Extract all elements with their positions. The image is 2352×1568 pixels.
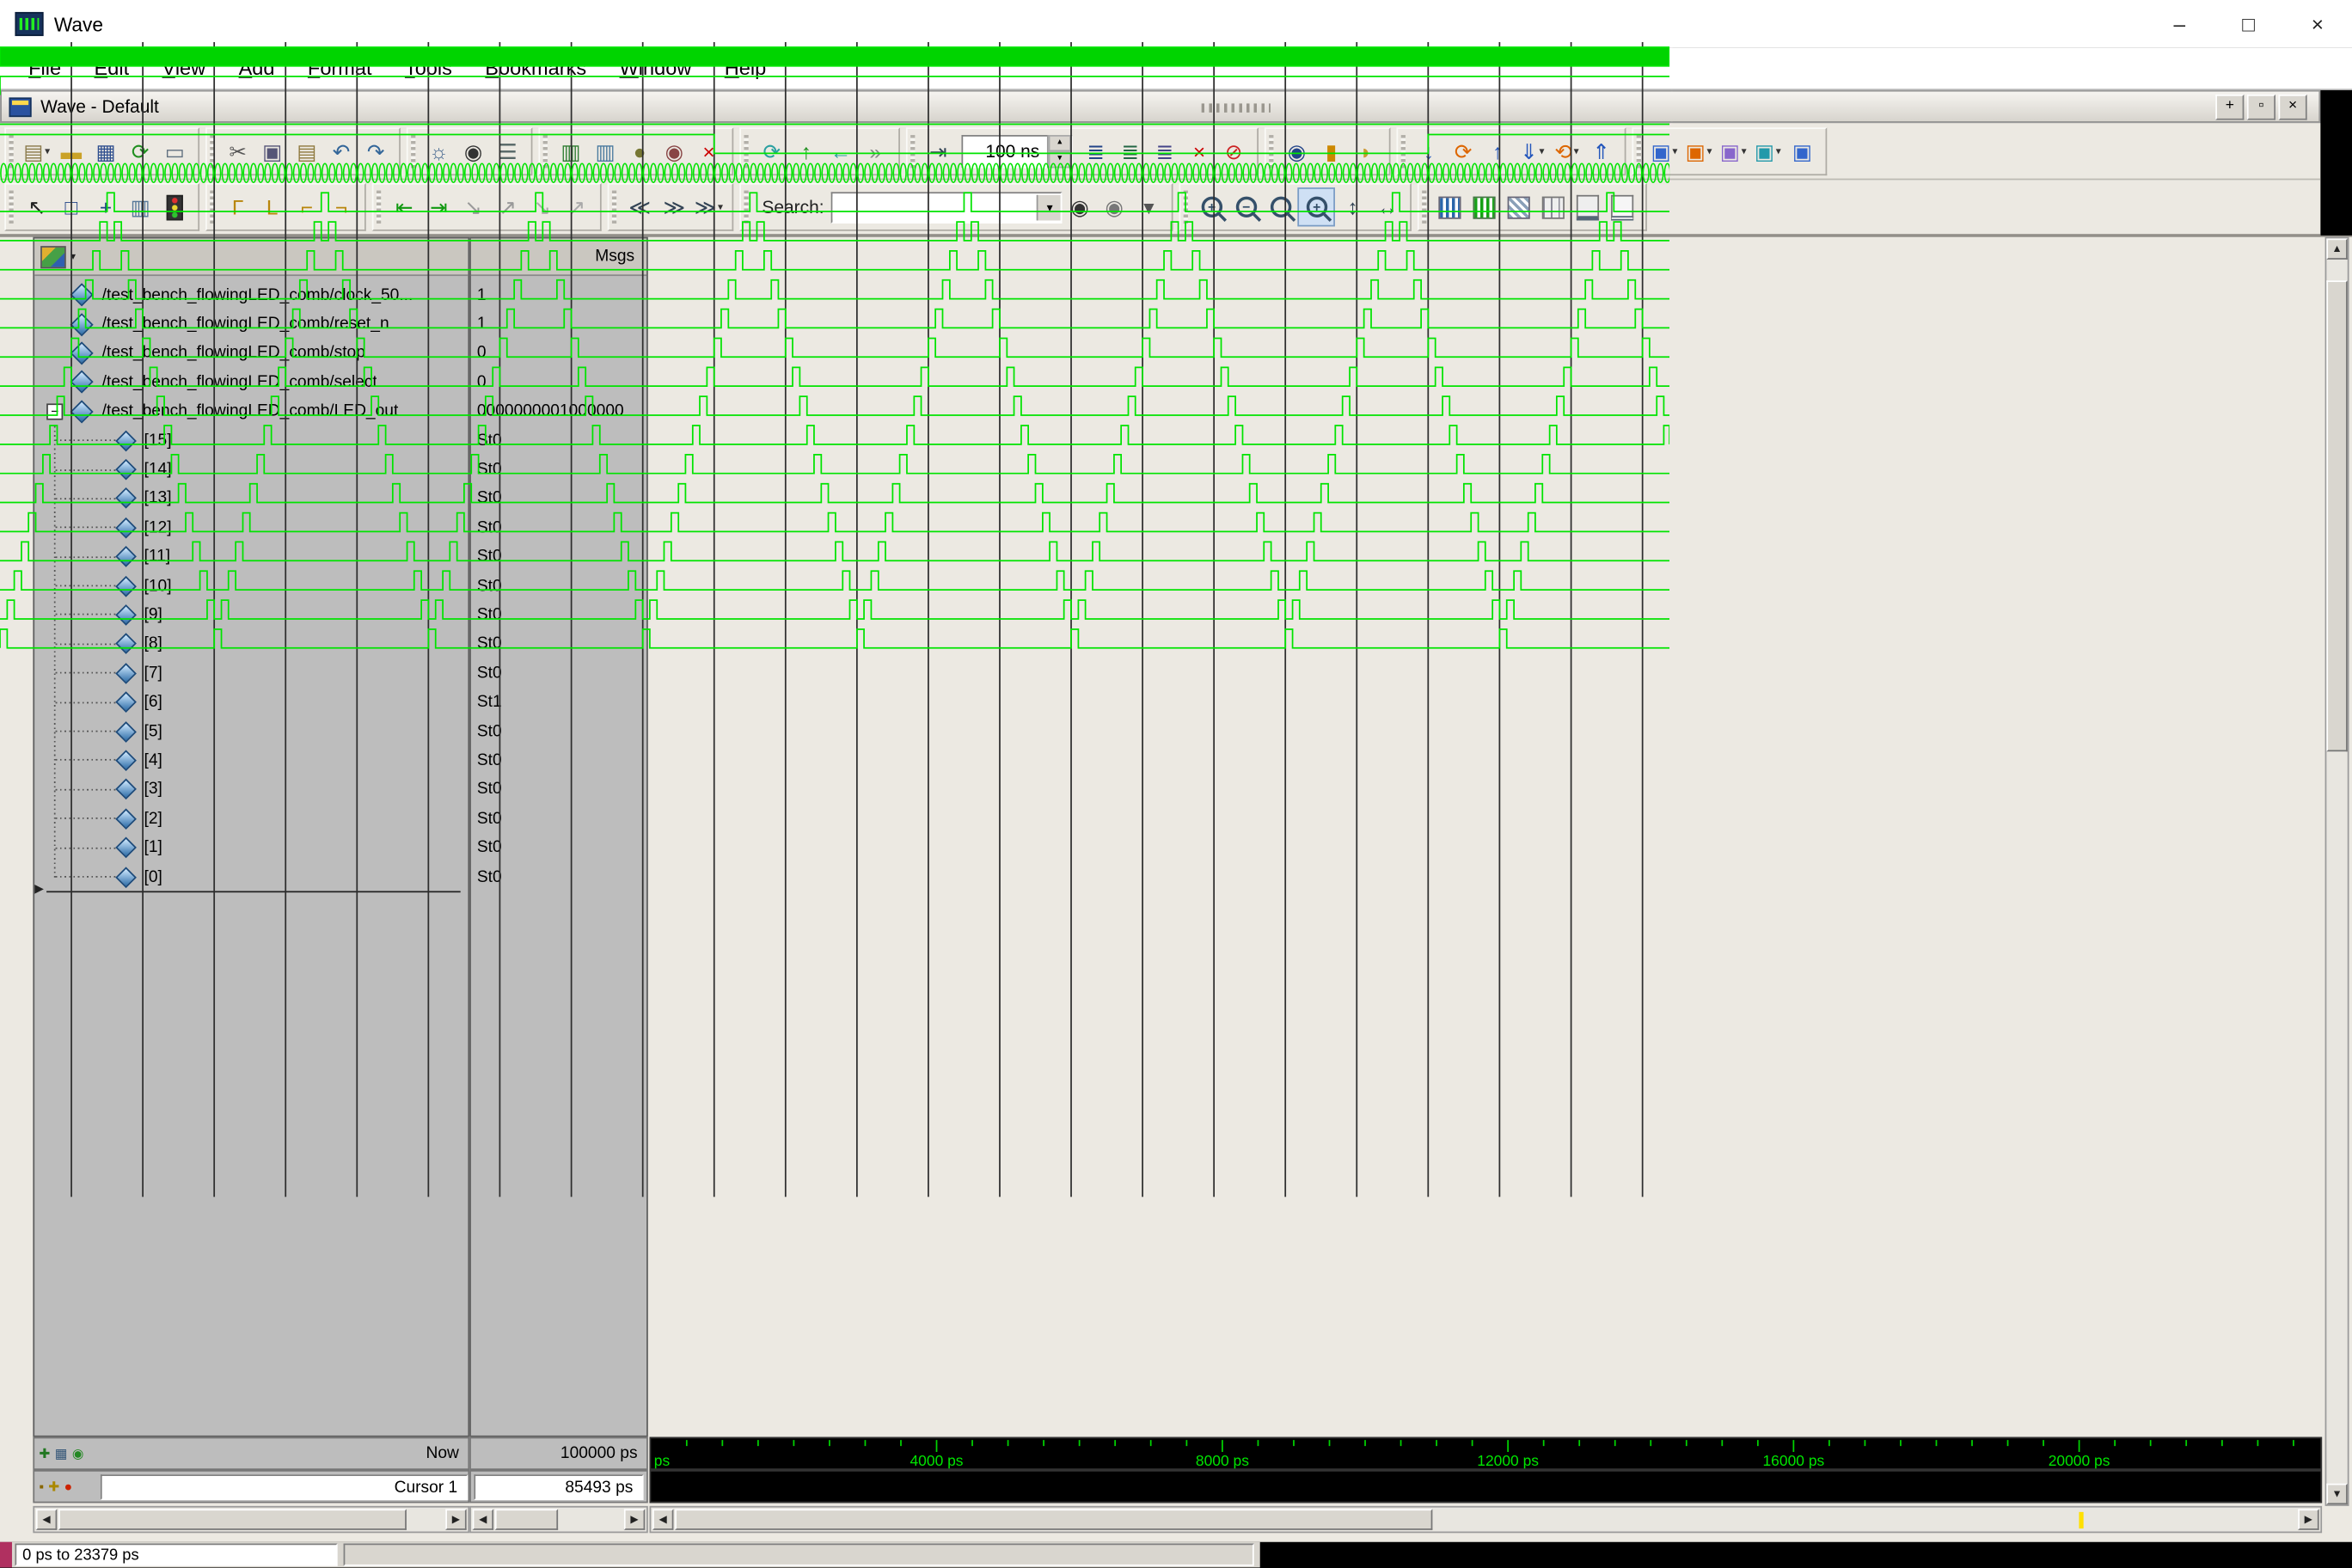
- status-filler: [343, 1543, 1254, 1566]
- cursor-track[interactable]: [649, 1470, 2323, 1504]
- pane-layout-icon: ▣: [1719, 138, 1740, 163]
- wave-hscrollbar[interactable]: ◀ ▶: [649, 1505, 2323, 1534]
- vertical-scrollbar[interactable]: ▲ ▼: [2324, 236, 2349, 1506]
- status-range: 0 ps to 23379 ps: [15, 1543, 338, 1566]
- svg-text:4000 ps: 4000 ps: [910, 1452, 963, 1468]
- cursor-sync-button[interactable]: ◉: [72, 1446, 84, 1461]
- title-bar: Wave – □ ×: [0, 0, 2352, 48]
- chevron-down-icon: ▾: [1741, 146, 1747, 157]
- cursor-label: Cursor 1: [394, 1478, 458, 1497]
- cursor-lock-icon[interactable]: ▪: [39, 1479, 44, 1493]
- now-value: 100000 ps: [560, 1444, 638, 1463]
- status-bar: 0 ps to 23379 ps: [0, 1541, 1260, 1568]
- names-scroll-right-button[interactable]: ▶: [445, 1509, 467, 1530]
- cursor-name-box[interactable]: Cursor 1: [100, 1474, 469, 1500]
- cursor-properties-button[interactable]: ▦: [55, 1446, 68, 1461]
- cursor-delete-button[interactable]: ●: [64, 1479, 72, 1493]
- chevron-down-icon: ▾: [1706, 146, 1712, 157]
- pane-dock-icon: ▣: [1685, 138, 1706, 163]
- values-scroll-right-button[interactable]: ▶: [623, 1509, 646, 1530]
- svg-text:16000 ps: 16000 ps: [1762, 1452, 1824, 1468]
- minimize-button[interactable]: –: [2145, 0, 2214, 48]
- svg-text:8000 ps: 8000 ps: [1196, 1452, 1249, 1468]
- svg-text:ps: ps: [654, 1452, 671, 1468]
- waveform-panel[interactable]: [0, 0, 1673, 1200]
- waveform-canvas[interactable]: [0, 41, 1671, 1197]
- names-hscrollbar[interactable]: ◀ ▶: [33, 1505, 470, 1534]
- cursor-edit-icon[interactable]: ✚: [48, 1479, 59, 1493]
- status-accent: [0, 1541, 12, 1568]
- wave-scroll-right-button[interactable]: ▶: [2298, 1509, 2319, 1530]
- scale-wrapper: Wave – □ × File Edit View Add Format Tools Boo…: [0, 0, 2352, 1568]
- pane-split-icon: ▣: [1792, 138, 1813, 163]
- wave-window: Wave – □ × File Edit View Add Format Tools Boo…: [0, 0, 2352, 1568]
- now-value-cell: 100000 ps: [469, 1436, 648, 1470]
- wave-scroll-thumb[interactable]: [675, 1509, 1433, 1530]
- pane-undock-button[interactable]: ▫: [2246, 94, 2276, 119]
- window-title: Wave: [53, 12, 103, 36]
- values-scroll-left-button[interactable]: ◀: [472, 1509, 494, 1530]
- scroll-down-button[interactable]: ▼: [2326, 1483, 2348, 1505]
- scroll-up-button[interactable]: ▲: [2326, 238, 2348, 260]
- cursor-row-icons: ▪ ✚ ●: [34, 1478, 72, 1496]
- now-label: Now: [426, 1444, 459, 1463]
- pane-layout-button[interactable]: ▣ ▾: [1716, 132, 1750, 168]
- now-label-cell: ✚ ▦ ◉ Now: [33, 1436, 470, 1470]
- svg-text:20000 ps: 20000 ps: [2049, 1452, 2110, 1468]
- cursor-toolbar: ✚ ▦ ◉: [34, 1444, 83, 1462]
- pane-buttons: + ▫ ×: [2215, 94, 2307, 119]
- pane-close-button[interactable]: ×: [2278, 94, 2307, 119]
- window-controls: – □ ×: [2145, 0, 2352, 48]
- close-button[interactable]: ×: [2283, 0, 2352, 48]
- pane-dock-button[interactable]: ▣ ▾: [1681, 132, 1716, 168]
- chevron-down-icon: ▾: [1672, 146, 1678, 157]
- maximize-button[interactable]: □: [2214, 0, 2282, 48]
- pane-zoom-button[interactable]: +: [2215, 94, 2245, 119]
- pane-split-button[interactable]: ▣: [1785, 132, 1819, 168]
- timeline-ruler[interactable]: 4000 ps 8000 ps 12000 ps 16000 ps 20000 ps ps: [649, 1436, 2323, 1470]
- wave-scroll-left-button[interactable]: ◀: [652, 1509, 674, 1530]
- cursor-value: 85493 ps: [565, 1478, 634, 1497]
- cursor-value-cell: 85493 ps: [469, 1470, 648, 1504]
- pane-group-button[interactable]: ▣ ▾: [1750, 132, 1785, 168]
- names-scroll-left-button[interactable]: ◀: [35, 1509, 58, 1530]
- chevron-down-icon: ▾: [1775, 146, 1781, 157]
- vertical-scroll-thumb[interactable]: [2326, 280, 2348, 752]
- cursor-value-box[interactable]: 85493 ps: [474, 1474, 644, 1500]
- values-hscrollbar[interactable]: ◀ ▶: [469, 1505, 648, 1534]
- cursor-label-cell: ▪ ✚ ● Cursor 1: [33, 1470, 470, 1504]
- add-cursor-button[interactable]: ✚: [39, 1446, 50, 1461]
- scrollbar-cursor-marker: [2079, 1511, 2084, 1529]
- svg-text:12000 ps: 12000 ps: [1477, 1452, 1539, 1468]
- values-scroll-thumb[interactable]: [494, 1509, 559, 1530]
- app-icon: [15, 11, 44, 36]
- pane-group-icon: ▣: [1754, 138, 1774, 163]
- names-scroll-thumb[interactable]: [58, 1509, 407, 1530]
